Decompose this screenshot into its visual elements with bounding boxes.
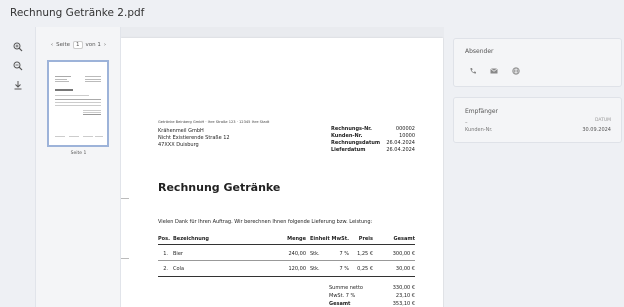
page-count: von 1 <box>85 42 101 48</box>
date-value: 30.09.2024 <box>582 127 611 133</box>
zoom-out-icon <box>13 61 22 70</box>
customer-number-label: Kunden-Nr. <box>465 127 493 133</box>
invoice-heading: Rechnung Getränke <box>158 181 281 194</box>
meta-label: Rechnungsdatum <box>331 140 381 146</box>
zoom-out-button[interactable] <box>9 57 26 74</box>
column-pos: Pos. <box>158 236 170 242</box>
web-icon <box>512 67 520 75</box>
row-divider <box>158 260 415 261</box>
row-total: 30,00 € <box>395 266 415 272</box>
page-label: Seite <box>56 42 71 48</box>
fold-mark <box>121 198 129 199</box>
sender-line: Getränke Beinberg GmbH · Ihre Straße 123… <box>158 120 270 124</box>
recipient-name: Krähenmeil GmbH <box>158 128 204 134</box>
fold-mark <box>121 258 129 259</box>
thumbnail-preview <box>55 76 103 137</box>
column-unit: Einheit <box>310 236 330 242</box>
pdf-page: Getränke Beinberg GmbH · Ihre Straße 123… <box>121 38 443 307</box>
date-label: DATUM <box>594 118 611 123</box>
meta-label: Lieferdatum <box>331 147 366 153</box>
email-icon <box>490 68 498 74</box>
table-header-rule <box>158 244 415 245</box>
intro-text: Vielen Dank für Ihren Auftrag. Wir berec… <box>158 219 373 225</box>
row-pos: 1. <box>163 251 168 257</box>
summary-label: MwSt. 7 % <box>329 293 356 299</box>
row-total: 300,00 € <box>392 251 415 257</box>
recipient-dash: – <box>465 120 468 126</box>
page-number-input[interactable]: 1 <box>73 41 83 49</box>
column-quantity: Menge <box>287 236 306 242</box>
sender-card-title: Absender <box>465 48 494 55</box>
recipient-city: 47XXX Duisburg <box>158 142 199 148</box>
thumbnail-sidebar: ‹ Seite 1 von 1 › Seite 1 <box>36 27 121 307</box>
row-description: Cola <box>173 266 185 272</box>
top-bar: Rechnung Getränke 2.pdf <box>0 0 624 27</box>
row-vat: 7 % <box>339 266 349 272</box>
meta-value: 000002 <box>395 126 415 132</box>
summary-label: Summe netto <box>329 285 363 291</box>
email-button[interactable] <box>489 66 499 76</box>
row-description: Bier <box>173 251 183 257</box>
page-thumbnail[interactable] <box>47 60 109 147</box>
recipient-street: Nicht Existierende Straße 12 <box>158 135 230 141</box>
row-unit: Stk. <box>310 251 320 257</box>
summary-value: 330,00 € <box>392 285 415 291</box>
web-button[interactable] <box>511 66 521 76</box>
page-navigator: ‹ Seite 1 von 1 › <box>36 41 121 49</box>
row-price: 0,25 € <box>357 266 373 272</box>
summary-value: 353,10 € <box>392 301 415 307</box>
recipient-card: Empfänger – DATUM Kunden-Nr. 30.09.2024 <box>453 97 622 143</box>
download-icon <box>14 80 21 89</box>
row-unit: Stk. <box>310 266 320 272</box>
meta-label: Kunden-Nr. <box>331 133 363 139</box>
viewer-toolbar <box>0 27 36 307</box>
previous-page-icon[interactable]: ‹ <box>51 42 53 48</box>
meta-label: Rechnungs-Nr. <box>331 126 372 132</box>
column-price: Preis <box>358 236 373 242</box>
zoom-in-icon <box>13 42 22 51</box>
row-quantity: 240,00 <box>288 251 307 257</box>
document-viewer[interactable]: Getränke Beinberg GmbH · Ihre Straße 123… <box>121 27 444 307</box>
row-pos: 2. <box>163 266 168 272</box>
phone-button[interactable] <box>468 66 478 76</box>
column-vat: MwSt. <box>331 236 350 242</box>
thumbnail-label: Seite 1 <box>70 151 87 156</box>
summary-value: 23,10 € <box>395 293 415 299</box>
zoom-in-button[interactable] <box>9 38 26 55</box>
table-bottom-rule <box>158 276 415 277</box>
summary-label: Gesamt <box>329 301 351 307</box>
column-total: Gesamt <box>393 236 415 242</box>
row-price: 1,25 € <box>357 251 373 257</box>
download-button[interactable] <box>9 76 26 93</box>
document-title: Rechnung Getränke 2.pdf <box>10 7 145 19</box>
meta-value: 26.04.2024 <box>386 147 415 153</box>
row-vat: 7 % <box>339 251 349 257</box>
phone-icon <box>470 68 476 74</box>
sender-card: Absender <box>453 38 622 87</box>
meta-value: 26.04.2024 <box>386 140 415 146</box>
row-quantity: 120,00 <box>288 266 307 272</box>
column-description: Bezeichnung <box>173 236 209 242</box>
meta-value: 10000 <box>399 133 415 139</box>
next-page-icon[interactable]: › <box>104 42 106 48</box>
recipient-card-title: Empfänger <box>465 108 499 115</box>
